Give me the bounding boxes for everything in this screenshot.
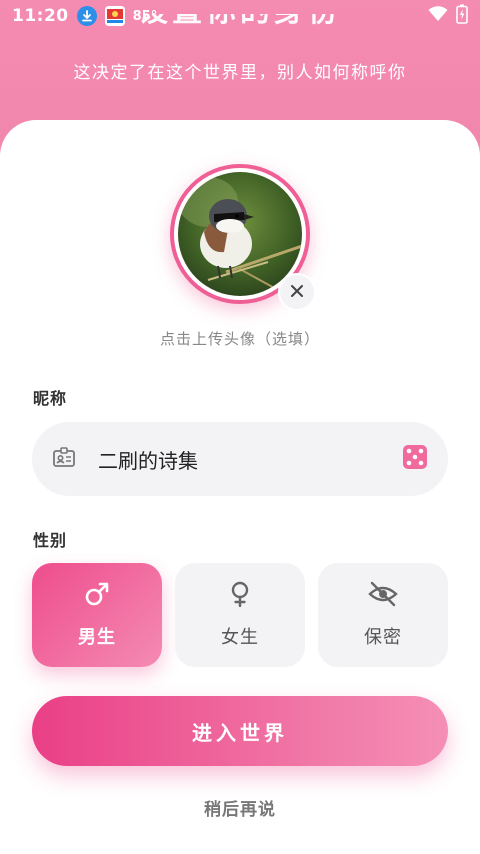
eye-off-icon <box>368 581 398 611</box>
close-icon <box>290 283 304 302</box>
gender-option-label: 保密 <box>364 627 402 648</box>
page-title: 设置你的身份 <box>0 14 480 32</box>
gender-option-label: 男生 <box>78 627 116 648</box>
avatar-remove-button[interactable] <box>278 273 316 311</box>
id-card-icon <box>52 445 76 473</box>
gender-option-female[interactable]: 女生 <box>175 563 305 667</box>
gender-option-male[interactable]: 男生 <box>32 563 162 667</box>
gender-selector: 男生 女生 保密 <box>32 563 448 667</box>
male-icon <box>84 581 110 611</box>
gender-option-label: 女生 <box>221 627 259 648</box>
female-icon <box>227 581 253 611</box>
nickname-input[interactable] <box>98 447 402 471</box>
header-title-container: 设置你的身份 <box>0 14 480 34</box>
nickname-field[interactable] <box>32 422 448 496</box>
gender-option-secret[interactable]: 保密 <box>318 563 448 667</box>
nickname-label: 昵称 <box>33 389 68 408</box>
gender-label: 性别 <box>33 531 68 550</box>
skip-link[interactable]: 稍后再说 <box>0 795 480 820</box>
dice-icon[interactable] <box>402 444 428 474</box>
avatar-hint: 点击上传头像（选填） <box>159 330 320 348</box>
page-subtitle: 这决定了在这个世界里，别人如何称呼你 <box>73 63 407 83</box>
enter-world-button[interactable]: 进入世界 <box>32 696 448 766</box>
